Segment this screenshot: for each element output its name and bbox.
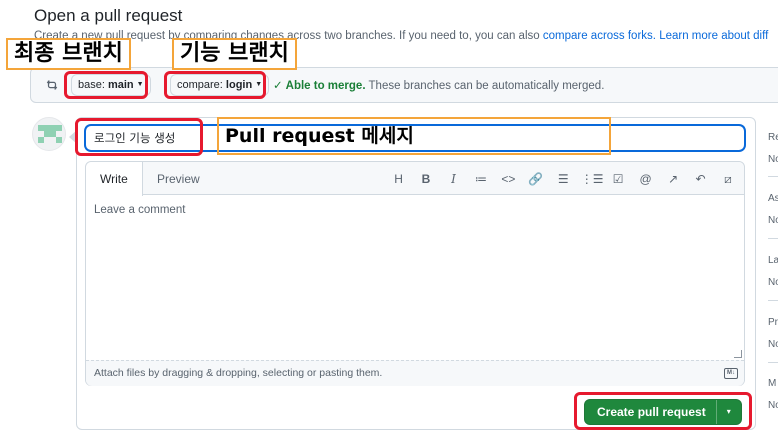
- annotation-base-highlight: [64, 71, 148, 99]
- annotation-compare-highlight: [164, 71, 266, 99]
- identicon-pixel: [56, 137, 62, 143]
- attach-text: Attach files by dragging & dropping, sel…: [94, 367, 383, 379]
- identicon-pixel: [56, 125, 62, 131]
- cross-reference-icon[interactable]: ↗: [663, 170, 683, 188]
- editor-tabs: Write Preview H B I ≔ <> 🔗 ☰ ⋮☰ ☑ @ ↗ ↶ …: [86, 162, 744, 196]
- italic-icon[interactable]: I: [443, 170, 463, 188]
- sidebar-item-label: Re: [768, 132, 778, 143]
- sidebar-item-reviewers[interactable]: Re No: [768, 132, 778, 165]
- markdown-icon[interactable]: M↓: [724, 368, 738, 379]
- sidebar-item-labels[interactable]: La No: [768, 255, 778, 288]
- sidebar-divider: [768, 176, 778, 177]
- sidebar-item-value: No: [768, 400, 778, 411]
- merge-status: ✓ Able to merge. These branches can be au…: [273, 78, 604, 92]
- annotation-feature-branch: 기능 브랜치: [172, 38, 297, 70]
- sidebar-item-label: M: [768, 378, 777, 389]
- annotation-title-highlight: [75, 118, 203, 156]
- page-subtitle: Create a new pull request by comparing c…: [34, 30, 768, 42]
- sidebar-item-label: As: [768, 193, 778, 204]
- check-icon: ✓: [273, 80, 283, 92]
- markdown-toolbar: H B I ≔ <> 🔗 ☰ ⋮☰ ☑ @ ↗ ↶ ⧄: [386, 170, 738, 188]
- page-title: Open a pull request: [34, 6, 183, 25]
- sidebar-item-value: No: [768, 154, 778, 165]
- sidebar-item-assignees[interactable]: As No: [768, 193, 778, 226]
- quote-icon[interactable]: ≔: [471, 170, 491, 188]
- comment-placeholder: Leave a comment: [94, 204, 186, 216]
- sidebar-item-value: No: [768, 277, 778, 288]
- compare-across-forks-link[interactable]: compare across forks.: [543, 30, 656, 42]
- sidebar-item-label: La: [768, 255, 778, 266]
- tab-write[interactable]: Write: [86, 162, 143, 196]
- merge-status-ok: Able to merge.: [285, 80, 366, 92]
- sidebar-divider: [768, 362, 778, 363]
- git-compare-icon: [45, 78, 59, 92]
- resize-handle[interactable]: [734, 350, 742, 358]
- comment-textarea[interactable]: Leave a comment: [86, 196, 744, 360]
- saved-reply-icon[interactable]: ↶: [691, 170, 711, 188]
- heading-icon[interactable]: H: [389, 170, 409, 188]
- sidebar-item-value: No: [768, 215, 778, 226]
- merge-status-text: These branches can be automatically merg…: [365, 80, 605, 92]
- pr-form: 로그인 기능 생성 Write Preview H B I ≔ <> 🔗 ☰ ⋮…: [69, 117, 756, 430]
- sidebar-item-milestone[interactable]: M No: [768, 378, 778, 411]
- ordered-list-icon[interactable]: ⋮☰: [581, 170, 604, 188]
- sidebar-divider: [768, 238, 778, 239]
- annotation-create-highlight: [574, 392, 752, 430]
- unordered-list-icon[interactable]: ☰: [553, 170, 573, 188]
- annotation-pr-message: Pull request 메세지: [225, 125, 414, 147]
- annotation-final-branch: 최종 브랜치: [6, 38, 131, 70]
- attach-files-bar[interactable]: Attach files by dragging & dropping, sel…: [86, 360, 744, 386]
- comment-editor: Write Preview H B I ≔ <> 🔗 ☰ ⋮☰ ☑ @ ↗ ↶ …: [85, 161, 745, 386]
- code-icon[interactable]: <>: [498, 170, 518, 188]
- task-list-icon[interactable]: ☑: [608, 170, 628, 188]
- fullscreen-icon[interactable]: ⧄: [718, 170, 738, 188]
- identicon-pixel: [38, 137, 44, 143]
- link-icon[interactable]: 🔗: [526, 170, 546, 188]
- tab-preview[interactable]: Preview: [143, 162, 214, 195]
- mention-icon[interactable]: @: [636, 170, 656, 188]
- learn-more-link[interactable]: Learn more about diff: [659, 30, 768, 42]
- sidebar-item-label: Pr: [768, 317, 778, 328]
- sidebar-divider: [768, 300, 778, 301]
- avatar[interactable]: [32, 117, 66, 151]
- bold-icon[interactable]: B: [416, 170, 436, 188]
- sidebar-item-value: No: [768, 339, 778, 350]
- sidebar-item-projects[interactable]: Pr No: [768, 317, 778, 350]
